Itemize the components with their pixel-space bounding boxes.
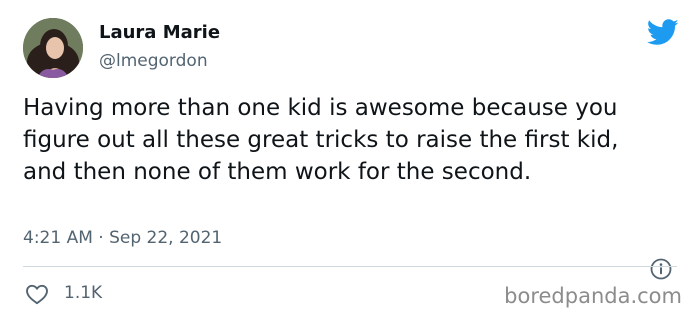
avatar[interactable] bbox=[23, 18, 83, 78]
author-display-name[interactable]: Laura Marie bbox=[99, 22, 220, 43]
tweet-timestamp[interactable]: 4:21 AM · Sep 22, 2021 bbox=[23, 228, 222, 248]
like-count: 1.1K bbox=[64, 283, 103, 303]
heart-icon[interactable] bbox=[25, 283, 49, 305]
twitter-bird-icon[interactable] bbox=[647, 19, 679, 46]
info-icon[interactable] bbox=[650, 258, 672, 280]
divider bbox=[23, 266, 677, 267]
author-handle[interactable]: @lmegordon bbox=[99, 51, 208, 71]
watermark: boredpanda.com bbox=[504, 284, 682, 308]
tweet-text: Having more than one kid is awesome beca… bbox=[23, 95, 619, 185]
avatar-photo bbox=[23, 18, 83, 78]
